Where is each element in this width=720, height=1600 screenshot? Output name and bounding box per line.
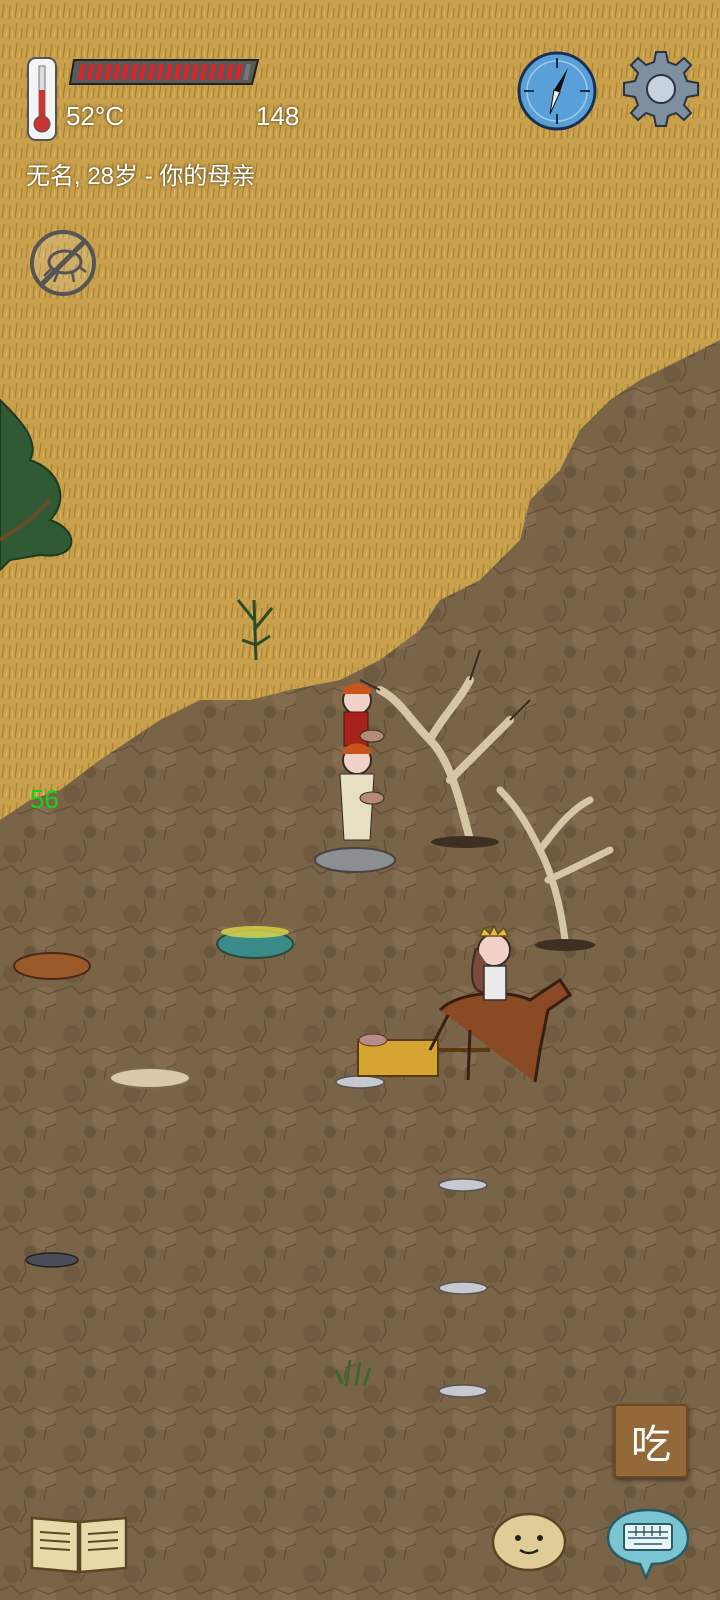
flat-rock[interactable] [438, 1384, 488, 1398]
keyboard-icon[interactable] [606, 1506, 690, 1580]
pond[interactable] [216, 926, 294, 959]
compass-icon[interactable] [516, 50, 598, 132]
flat-rock[interactable] [438, 1178, 488, 1192]
dark-rock[interactable] [25, 1252, 79, 1268]
eat-button[interactable]: 吃 [614, 1404, 688, 1478]
flint-pile[interactable] [109, 1067, 191, 1089]
gear-icon[interactable] [620, 48, 702, 130]
flat-rock[interactable] [335, 1075, 385, 1089]
temperature-readout: 52°C [66, 101, 125, 131]
flat-rock[interactable] [438, 1281, 488, 1295]
game-world[interactable] [0, 0, 720, 1600]
dirt-mound[interactable] [13, 952, 91, 980]
no-insect-icon [30, 230, 96, 296]
book-icon[interactable] [30, 1508, 128, 1574]
thermometer-icon [27, 57, 57, 141]
health-bar [68, 59, 260, 85]
player-identity: 无名, 28岁 - 你的母亲 [26, 163, 256, 190]
score-readout: 148 [256, 101, 300, 131]
floating-counter: 56 [30, 784, 59, 814]
potato-face-icon[interactable] [490, 1508, 568, 1572]
stone-pile[interactable] [314, 847, 396, 873]
